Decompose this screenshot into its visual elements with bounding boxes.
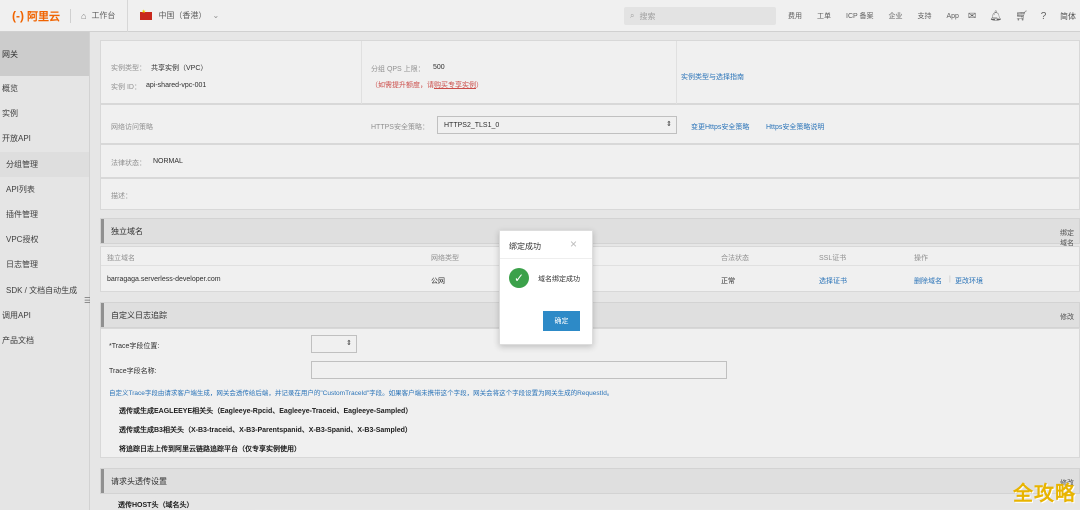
success-dialog: 绑定成功 × ✓ 域名绑定成功 确定 xyxy=(499,230,593,345)
success-check-icon: ✓ xyxy=(509,268,529,288)
close-icon[interactable]: × xyxy=(570,237,577,251)
confirm-button[interactable]: 确定 xyxy=(543,311,580,331)
site-watermark: 全攻略 xyxy=(1013,483,1076,505)
dialog-message: 域名绑定成功 xyxy=(538,276,580,283)
dialog-divider xyxy=(500,258,592,259)
dialog-title: 绑定成功 xyxy=(509,242,541,251)
